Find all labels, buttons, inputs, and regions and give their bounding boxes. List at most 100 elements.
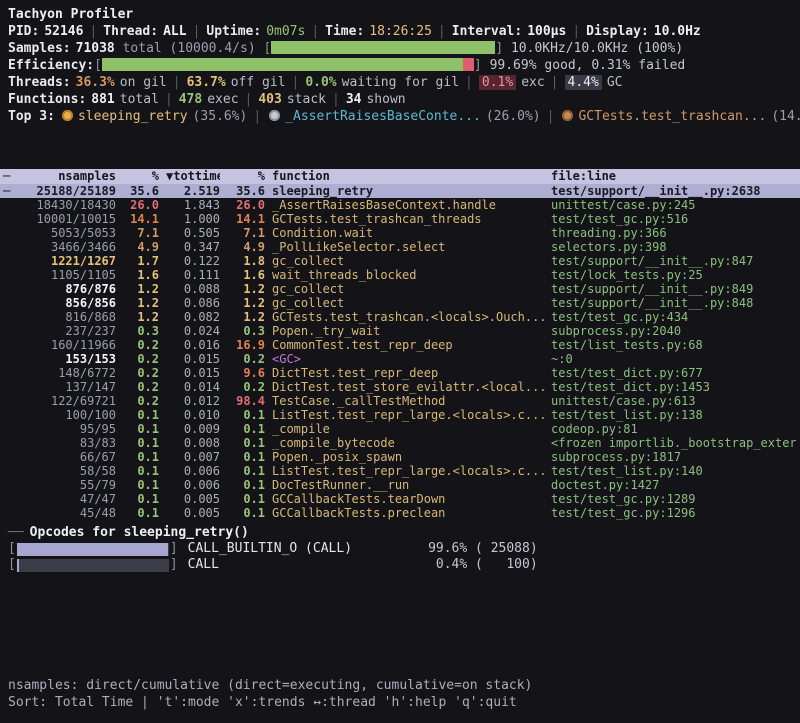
direct-pct-cell: 0.1 [123, 506, 159, 520]
table-row[interactable]: 45/480.10.0050.1GCCallbackTests.preclean… [0, 506, 800, 520]
functions-exec-value: 478 [179, 92, 202, 107]
file-cell: test/lock_tests.py:25 [551, 268, 796, 282]
file-cell: codeop.py:81 [551, 422, 796, 436]
top3-pct: (14.1%) [771, 109, 800, 124]
thread-label: Thread: [103, 24, 158, 39]
file-cell: <frozen importlib._bootstrap_externa [551, 436, 796, 450]
samples-bar-fill [271, 41, 495, 54]
table-row[interactable]: 856/8561.20.0861.2gc_collecttest/support… [0, 296, 800, 310]
table-row[interactable]: 1105/11051.60.1111.6wait_threads_blocked… [0, 268, 800, 282]
direct-pct-cell: 0.1 [123, 436, 159, 450]
threads-gc-value: 4.4% [565, 75, 602, 90]
threads-off-gil-value: 63.7% [187, 75, 226, 90]
threads-off-gil-name: off gil [231, 75, 286, 90]
top1-function[interactable]: sleeping_retry [78, 109, 188, 124]
opcode-bar-fill [17, 559, 19, 572]
samples-label: Samples: [8, 41, 71, 56]
table-row[interactable]: 122/697210.20.01298.4TestCase._callTestM… [0, 394, 800, 408]
table-row[interactable]: 47/470.10.0050.1GCCallbackTests.tearDown… [0, 492, 800, 506]
function-cell: _compile_bytecode [272, 436, 544, 450]
nsamples-cell: 122/69721 [12, 394, 116, 408]
bar-bracket: [ [8, 541, 16, 557]
tottime-cell: 2.519 [166, 184, 220, 198]
tottime-cell: 0.122 [166, 254, 220, 268]
table-row[interactable]: 237/2370.30.0240.3Popen._try_waitsubproc… [0, 324, 800, 338]
samples-rate: 10.0KHz/10.0KHz (100%) [511, 41, 683, 56]
divider: | [465, 75, 473, 90]
efficiency-label: Efficiency: [8, 58, 94, 73]
tottime-cell: 0.005 [166, 506, 220, 520]
tottime-cell: 0.006 [166, 464, 220, 478]
scroll-marker: ─ [3, 169, 10, 184]
interval-label: Interval: [452, 24, 522, 39]
cumulative-pct-cell: 0.2 [227, 352, 265, 366]
table-row[interactable]: 95/950.10.0090.1_compilecodeop.py:81 [0, 422, 800, 436]
pid-value: 52146 [44, 24, 83, 39]
table-row[interactable]: 160/119660.20.01616.9CommonTest.test_rep… [0, 338, 800, 352]
functions-label: Functions: [8, 92, 86, 107]
function-cell: gc_collect [272, 254, 544, 268]
status-line: PID:52146|Thread:ALL|Uptime:0m07s|Time:1… [8, 23, 792, 40]
table-row[interactable]: 66/670.10.0070.1Popen._posix_spawnsubpro… [0, 450, 800, 464]
direct-pct-cell: 1.2 [123, 310, 159, 324]
function-cell: Condition.wait [272, 226, 544, 240]
cumulative-pct-cell: 4.9 [227, 240, 265, 254]
display-label: Display: [586, 24, 649, 39]
table-row[interactable]: 816/8681.20.0821.2GCTests.test_trashcan.… [0, 310, 800, 324]
cumulative-pct-cell: 0.1 [227, 506, 265, 520]
table-row[interactable]: 3466/34664.90.3474.9_PollLikeSelector.se… [0, 240, 800, 254]
uptime-label: Uptime: [206, 24, 261, 39]
table-header-row: ─nsamples% ▼tottime% function file:line [0, 169, 800, 184]
function-cell: Popen._posix_spawn [272, 450, 544, 464]
table-row[interactable]: 25188/2518935.62.51935.6sleeping_retryte… [0, 184, 800, 198]
tottime-cell: 0.111 [166, 268, 220, 282]
direct-pct-cell: 0.3 [123, 324, 159, 338]
thread-value[interactable]: ALL [163, 24, 186, 39]
function-cell: GCTests.test_trashcan_threads [272, 212, 544, 226]
table-row[interactable]: 876/8761.20.0881.2gc_collecttest/support… [0, 282, 800, 296]
table-row[interactable]: 100/1000.10.0100.1ListTest.test_repr_lar… [0, 408, 800, 422]
table-row[interactable]: 153/1530.20.0150.2<GC>~:0 [0, 352, 800, 366]
nsamples-cell: 10001/10015 [12, 212, 116, 226]
divider: | [551, 75, 559, 90]
table-row[interactable]: 148/67720.20.0159.6DictTest.test_repr_de… [0, 366, 800, 380]
cumulative-pct-cell: 35.6 [227, 184, 265, 198]
header-direct-pct[interactable]: % [123, 169, 159, 184]
divider: | [292, 75, 300, 90]
table-row[interactable]: 5053/50537.10.5057.1Condition.waitthread… [0, 226, 800, 240]
header-nsamples[interactable]: nsamples [12, 169, 116, 184]
nsamples-cell: 83/83 [12, 436, 116, 450]
top3-function[interactable]: GCTests.test_trashcan... [578, 109, 766, 124]
cumulative-pct-cell: 98.4 [227, 394, 265, 408]
bar-bracket: ] [170, 557, 178, 573]
threads-line: Threads:36.3%on gil|63.7%off gil|0.0%wai… [8, 74, 792, 91]
direct-pct-cell: 0.1 [123, 478, 159, 492]
table-row[interactable]: 137/1470.20.0140.2DictTest.test_store_ev… [0, 380, 800, 394]
function-cell: _AssertRaisesBaseContext.handle [272, 198, 544, 212]
divider: | [438, 24, 446, 39]
tottime-cell: 0.505 [166, 226, 220, 240]
opcode-bar-fill [17, 543, 168, 556]
efficiency-summary: 99.69% good, 0.31% failed [490, 58, 686, 73]
function-cell: TestCase._callTestMethod [272, 394, 544, 408]
table-row[interactable]: 55/790.10.0060.1DocTestRunner.__rundocte… [0, 478, 800, 492]
direct-pct-cell: 0.1 [123, 450, 159, 464]
table-row[interactable]: 10001/1001514.11.00014.1GCTests.test_tra… [0, 212, 800, 226]
function-cell: ListTest.test_repr_large.<locals>.c... [272, 408, 544, 422]
opcode-bar [17, 543, 169, 556]
cumulative-pct-cell: 0.2 [227, 380, 265, 394]
table-row[interactable]: 58/580.10.0060.1ListTest.test_repr_large… [0, 464, 800, 478]
cumulative-pct-cell: 0.1 [227, 408, 265, 422]
bar-bracket: ] [495, 41, 503, 56]
header-tottime[interactable]: ▼tottime [166, 169, 220, 184]
profile-table: ─nsamples%▼tottime%functionfile:line 251… [0, 169, 800, 520]
top2-function[interactable]: _AssertRaisesBaseConte... [285, 109, 481, 124]
table-row[interactable]: 18430/1843026.01.84326.0_AssertRaisesBas… [0, 198, 800, 212]
header-function[interactable]: function [272, 169, 544, 184]
table-row[interactable]: 1221/12671.70.1221.8gc_collecttest/suppo… [0, 254, 800, 268]
samples-detail: total (10000.4/s) [123, 41, 256, 56]
header-file-line[interactable]: file:line [551, 169, 796, 184]
function-cell: GCCallbackTests.tearDown [272, 492, 544, 506]
table-row[interactable]: 83/830.10.0080.1_compile_bytecode<frozen… [0, 436, 800, 450]
header-cumulative-pct[interactable]: % [227, 169, 265, 184]
